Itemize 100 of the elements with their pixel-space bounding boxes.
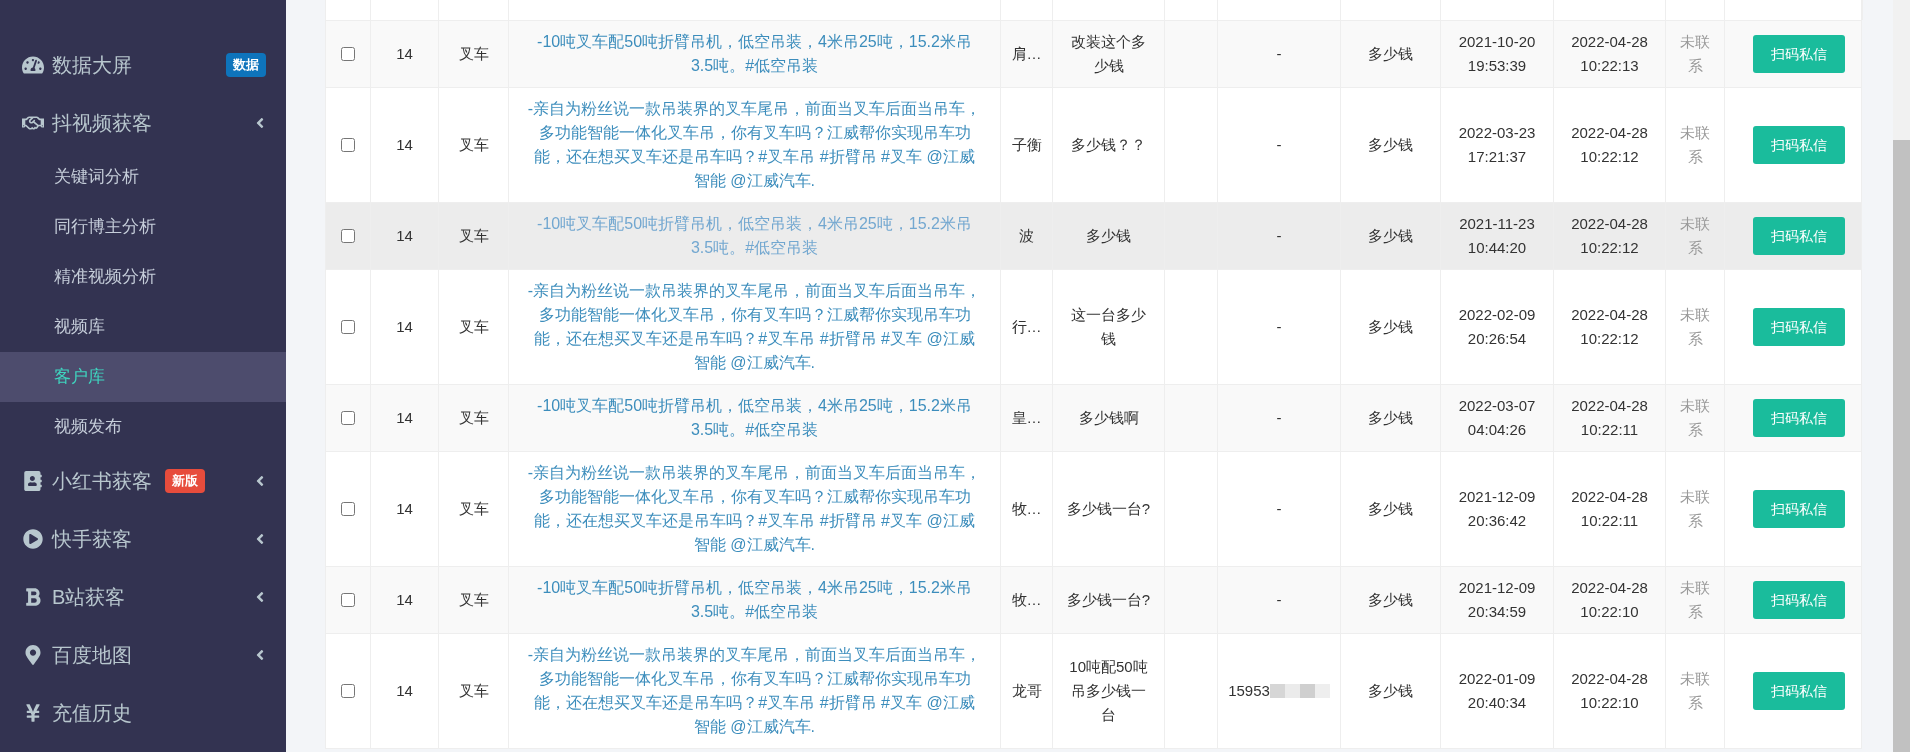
status-text: 未联系 [1679,305,1711,349]
table-cell-text: 多少钱 [1368,226,1413,246]
table-cell-text: 这一台多少钱 [1070,305,1147,349]
video-title-link[interactable]: -亲自为粉丝说一款吊装界的叉车尾吊，前面当叉车后面当吊车，多功能智能一体化叉车吊，你有叉车吗？江威帮你实现吊车功能，还在想买叉车还是吊车吗？#叉车吊 #折臂吊 #叉车 @江威智能 @江威汽车. [527,97,982,193]
table-cell-text: 2022-04-28 10:22:12 [1570,214,1649,258]
status-text: 未联系 [1679,123,1711,167]
scrollbar-thumb[interactable] [1893,140,1910,752]
table-cell-text: 多少钱一台? [1066,499,1151,519]
scan-message-button[interactable]: 扫码私信 [1753,490,1845,528]
table-cell-text: - [1276,317,1282,337]
table-cell-text: 2021-12-09 20:34:59 [1457,578,1537,622]
handshake-icon [22,113,44,133]
table-cell-text: 叉车 [458,681,489,701]
table-cell-text: 叉车 [458,499,489,519]
row-checkbox[interactable] [341,47,355,61]
submenu-item[interactable]: 关键词分析 [0,152,286,202]
table-cell-text: 牧… [1011,590,1042,610]
menu-badge: 数据 [226,53,266,77]
submenu-item[interactable]: 客户库 [0,352,286,402]
row-checkbox[interactable] [341,502,355,516]
table-cell-text: 叉车 [458,590,489,610]
table-cell-text: - [1276,499,1282,519]
scan-message-button[interactable]: 扫码私信 [1753,126,1845,164]
sidebar-item[interactable]: B站获客 [0,568,286,626]
gauge-icon [22,55,44,75]
table-cell-text: - [1276,408,1282,428]
scan-message-button[interactable]: 扫码私信 [1753,581,1845,619]
table-cell-text: 多少钱 [1086,226,1131,246]
table-cell-text: 2022-04-28 10:22:13 [1570,32,1649,76]
table-cell-text: 改装这个多少钱 [1070,32,1147,76]
scan-message-button[interactable]: 扫码私信 [1753,35,1845,73]
status-text: 未联系 [1679,487,1711,531]
table-cell-text: 2022-04-28 10:22:10 [1570,669,1649,713]
menu-label: 百度地图 [52,643,132,668]
table-cell-text: 2022-01-09 20:40:34 [1457,669,1537,713]
video-title-link[interactable]: -10吨叉车配50吨折臂吊机，低空吊装，4米吊25吨，15.2米吊3.5吨。#低空吊装 [527,394,982,442]
table-cell-text: 多少钱啊 [1078,408,1139,428]
table-cell-text: 10吨配50吨吊多少钱一台 [1068,657,1149,725]
table-cell-text: 波 [1019,226,1034,246]
sidebar-item[interactable]: 快手获客 [0,510,286,568]
table-cell-text: 皇… [1011,408,1042,428]
scan-message-button[interactable]: 扫码私信 [1753,672,1845,710]
table-cell-text: 多少钱？？ [1071,135,1146,155]
video-title-link[interactable]: -亲自为粉丝说一款吊装界的叉车尾吊，前面当叉车后面当吊车，多功能智能一体化叉车吊，你有叉车吗？江威帮你实现吊车功能，还在想买叉车还是吊车吗？#叉车吊 #折臂吊 #叉车 @江威智能 @江威汽车. [527,279,982,375]
sidebar-item[interactable]: 小红书获客 新版 [0,452,286,510]
table-cell-text: 14 [396,135,413,155]
table-cell-text: 龙哥 [1011,681,1042,701]
table-cell-text: 多少钱 [1368,44,1413,64]
sidebar-item[interactable]: 充值历史 [0,684,286,742]
play-icon [22,529,44,549]
row-checkbox[interactable] [341,320,355,334]
table-cell-text: 叉车 [458,408,489,428]
table-cell-text: 14 [396,226,413,246]
sidebar-item[interactable]: 抖视频获客 [0,94,286,152]
table-cell-text: 14 [396,44,413,64]
table-cell-text: 叉车 [458,226,489,246]
table-cell-text: 子衡 [1011,135,1042,155]
table-cell-text: 15953 [1228,681,1270,701]
row-checkbox[interactable] [341,684,355,698]
table-cell-text: 2022-04-28 10:22:12 [1570,123,1649,167]
table-cell-text: 2021-11-23 10:44:20 [1458,214,1536,258]
table-cell-text: - [1276,135,1282,155]
scan-message-button[interactable]: 扫码私信 [1753,217,1845,255]
table-cell-text: - [1276,590,1282,610]
submenu-item[interactable]: 视频库 [0,302,286,352]
scan-message-button[interactable]: 扫码私信 [1753,308,1845,346]
table-cell-text: 2022-04-28 10:22:10 [1570,578,1649,622]
submenu-item[interactable]: 同行博主分析 [0,202,286,252]
row-checkbox[interactable] [341,593,355,607]
video-title-link[interactable]: -亲自为粉丝说一款吊装界的叉车尾吊，前面当叉车后面当吊车，多功能智能一体化叉车吊，你有叉车吗？江威帮你实现吊车功能，还在想买叉车还是吊车吗？#叉车吊 #折臂吊 #叉车 @江威智能 @江威汽车. [527,643,982,739]
scan-message-button[interactable]: 扫码私信 [1753,399,1845,437]
table-cell-text: 多少钱 [1368,681,1413,701]
video-title-link[interactable]: -亲自为粉丝说一款吊装界的叉车尾吊，前面当叉车后面当吊车，多功能智能一体化叉车吊，你有叉车吗？江威帮你实现吊车功能，还在想买叉车还是吊车吗？#叉车吊 #折臂吊 #叉车 @江威智能 @江威汽车. [527,461,982,557]
table-cell-text: - [1276,226,1282,246]
table-cell-text: 14 [396,590,413,610]
video-title-link[interactable]: -10吨叉车配50吨折臂吊机，低空吊装，4米吊25吨，15.2米吊3.5吨。#低空吊装 [527,212,982,260]
table-cell-text: 行… [1011,317,1042,337]
table-cell-text: 2021-12-09 20:36:42 [1457,487,1537,531]
menu-label: 抖视频获客 [52,111,152,136]
table-cell-text: 肩… [1011,44,1042,64]
table-cell-text: 14 [396,408,413,428]
video-title-link[interactable]: -10吨叉车配50吨折臂吊机，低空吊装，4米吊25吨，15.2米吊3.5吨。#低空吊装 [527,576,982,624]
row-checkbox[interactable] [341,229,355,243]
sidebar-item[interactable]: 数据大屏 数据 [0,36,286,94]
table-cell-text: 多少钱 [1368,317,1413,337]
submenu-item[interactable]: 精准视频分析 [0,252,286,302]
table-cell-text: 牧… [1011,499,1042,519]
row-checkbox[interactable] [341,411,355,425]
table-cell-text: 多少钱 [1368,408,1413,428]
video-title-link[interactable]: -10吨叉车配50吨折臂吊机，低空吊装，4米吊25吨，15.2米吊3.5吨。#低空吊装 [527,30,982,78]
contact-book-icon [22,471,44,491]
row-checkbox[interactable] [341,138,355,152]
table-cell-text: 多少钱 [1368,135,1413,155]
sidebar-item[interactable]: 百度地图 [0,626,286,684]
menu-label: B站获客 [52,585,126,610]
table-cell-text: 14 [396,317,413,337]
status-text: 未联系 [1679,396,1711,440]
table-cell-text: 2021-10-20 19:53:39 [1457,32,1537,76]
submenu-item[interactable]: 视频发布 [0,402,286,452]
table-cell-text: 14 [396,681,413,701]
